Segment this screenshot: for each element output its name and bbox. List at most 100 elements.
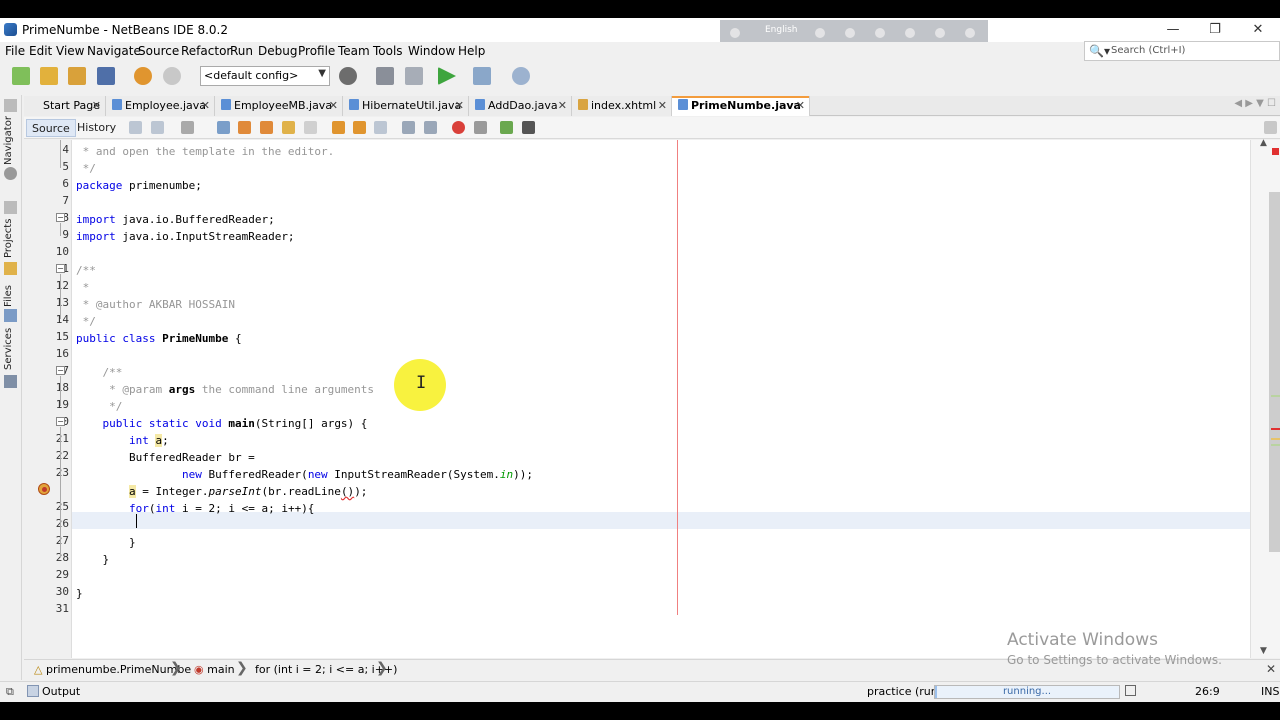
rail-projects[interactable]: Projects <box>3 219 14 258</box>
output-tab[interactable]: Output <box>42 685 80 698</box>
shift-right-icon[interactable] <box>424 121 437 134</box>
close-icon[interactable]: ✕ <box>455 96 464 115</box>
rail-toggle-icon[interactable] <box>4 99 17 112</box>
fold-toggle-icon[interactable]: − <box>56 366 65 375</box>
running-process-label[interactable]: practice (run) <box>867 685 942 698</box>
close-icon[interactable]: ✕ <box>201 96 210 115</box>
keyboard-icon[interactable] <box>815 28 825 38</box>
tab-employee-java[interactable]: Employee.java ✕ <box>106 96 215 116</box>
comment-icon[interactable] <box>500 121 513 134</box>
undo-icon[interactable] <box>134 67 152 85</box>
tab-primenumbe-java[interactable]: PrimeNumbe.java ✕ <box>672 96 810 116</box>
forward-icon[interactable] <box>181 121 194 134</box>
menu-edit[interactable]: Edit <box>29 44 52 58</box>
open-project-icon[interactable] <box>68 67 86 85</box>
menu-run[interactable]: Run <box>230 44 253 58</box>
error-stripe-icon[interactable] <box>1272 148 1279 155</box>
restore-icon[interactable]: ⧉ <box>6 685 14 699</box>
stop-macro-icon[interactable] <box>474 121 487 134</box>
clean-build-icon[interactable] <box>405 67 423 85</box>
close-icon[interactable]: ✕ <box>558 96 567 115</box>
debug-icon[interactable] <box>473 67 491 85</box>
back-icon[interactable] <box>151 121 164 134</box>
tab-employeemb-java[interactable]: EmployeeMB.java ✕ <box>215 96 343 116</box>
fold-toggle-icon[interactable]: − <box>56 213 65 222</box>
new-project-icon[interactable] <box>40 67 58 85</box>
minimize-button[interactable]: — <box>1158 20 1188 40</box>
rect-select-icon[interactable] <box>304 121 317 134</box>
code-area[interactable]: * and open the template in the editor. *… <box>76 140 1250 658</box>
last-edit-icon[interactable] <box>129 121 142 134</box>
code-editor[interactable]: 4 5 6 7 8 9 10 11 12 13 14 15 16 17 18 1… <box>24 138 1280 658</box>
menu-refactor[interactable]: Refactor <box>181 44 231 58</box>
tab-start-page[interactable]: Start Page ✕ <box>24 96 106 116</box>
close-icon[interactable]: ✕ <box>1266 662 1276 676</box>
close-icon[interactable]: ✕ <box>92 96 101 115</box>
scroll-up-icon[interactable]: ▲ <box>1260 138 1267 148</box>
fold-toggle-icon[interactable]: − <box>56 264 65 273</box>
fold-toggle-icon[interactable]: − <box>56 417 65 426</box>
find-previous-icon[interactable] <box>238 121 251 134</box>
maximize-button[interactable]: ❐ <box>1200 20 1230 40</box>
menu-navigate[interactable]: Navigate <box>87 44 141 58</box>
new-file-icon[interactable] <box>12 67 30 85</box>
menu-team[interactable]: Team <box>338 44 370 58</box>
close-icon[interactable]: ✕ <box>658 96 667 115</box>
breadcrumb-method[interactable]: ◉ main <box>194 663 235 676</box>
build-icon[interactable] <box>376 67 394 85</box>
scroll-down-icon[interactable]: ▼ <box>1260 646 1267 656</box>
rail-services[interactable]: Services <box>3 328 14 370</box>
config-select[interactable]: <default config> ▼ <box>200 66 330 86</box>
find-icon[interactable] <box>217 121 230 134</box>
settings-icon[interactable] <box>875 28 885 38</box>
mic-icon[interactable] <box>845 28 855 38</box>
cancel-process-icon[interactable] <box>1125 685 1136 696</box>
start-macro-icon[interactable] <box>452 121 465 134</box>
ime-icon[interactable] <box>730 28 740 38</box>
rail-navigator[interactable]: Navigator <box>3 116 14 165</box>
history-tab[interactable]: History <box>72 119 121 137</box>
save-all-icon[interactable] <box>97 67 115 85</box>
next-bookmark-icon[interactable] <box>353 121 366 134</box>
tab-index-xhtml[interactable]: index.xhtml ✕ <box>572 96 672 116</box>
close-button[interactable]: ✕ <box>1243 20 1273 40</box>
menu-tools[interactable]: Tools <box>373 44 403 58</box>
prev-bookmark-icon[interactable] <box>332 121 345 134</box>
rail-files[interactable]: Files <box>3 285 14 307</box>
error-bulb-icon[interactable] <box>38 483 50 495</box>
rail-toggle-icon[interactable] <box>4 201 17 214</box>
menu-profile[interactable]: Profile <box>298 44 335 58</box>
toggle-highlight-icon[interactable] <box>282 121 295 134</box>
options-icon[interactable] <box>935 28 945 38</box>
split-editor-icon[interactable] <box>1264 121 1277 134</box>
error-mark[interactable] <box>1271 428 1280 430</box>
help-icon[interactable] <box>965 28 975 38</box>
browser-icon[interactable] <box>339 67 357 85</box>
warning-mark[interactable] <box>1271 438 1280 440</box>
pen-icon[interactable] <box>905 28 915 38</box>
profile-icon[interactable] <box>512 67 530 85</box>
search-input[interactable]: 🔍▾ Search (Ctrl+I) <box>1084 41 1280 61</box>
vertical-scrollbar[interactable]: ▲ ▼ <box>1250 138 1280 658</box>
tab-hibernateutil-java[interactable]: HibernateUtil.java ✕ <box>343 96 469 116</box>
menu-source[interactable]: Source <box>138 44 179 58</box>
progress-bar[interactable]: running... <box>934 685 1120 699</box>
tab-adddao-java[interactable]: AddDao.java ✕ <box>469 96 572 116</box>
run-icon[interactable] <box>438 67 456 85</box>
breadcrumb-class[interactable]: △ primenumbe.PrimeNumbe <box>34 663 191 676</box>
redo-icon[interactable] <box>163 67 181 85</box>
menu-help[interactable]: Help <box>458 44 485 58</box>
close-icon[interactable]: ✕ <box>796 96 805 115</box>
stripe-mark[interactable] <box>1271 444 1280 446</box>
line-number-gutter[interactable]: 4 5 6 7 8 9 10 11 12 13 14 15 16 17 18 1… <box>24 140 72 658</box>
source-tab[interactable]: Source <box>26 119 76 137</box>
shift-left-icon[interactable] <box>402 121 415 134</box>
language-indicator[interactable]: English <box>765 25 798 35</box>
menu-file[interactable]: File <box>5 44 25 58</box>
find-next-icon[interactable] <box>260 121 273 134</box>
menu-view[interactable]: View <box>56 44 84 58</box>
menu-debug[interactable]: Debug <box>258 44 297 58</box>
scrollbar-thumb[interactable] <box>1269 192 1280 552</box>
stripe-mark[interactable] <box>1271 395 1280 397</box>
menu-window[interactable]: Window <box>408 44 455 58</box>
